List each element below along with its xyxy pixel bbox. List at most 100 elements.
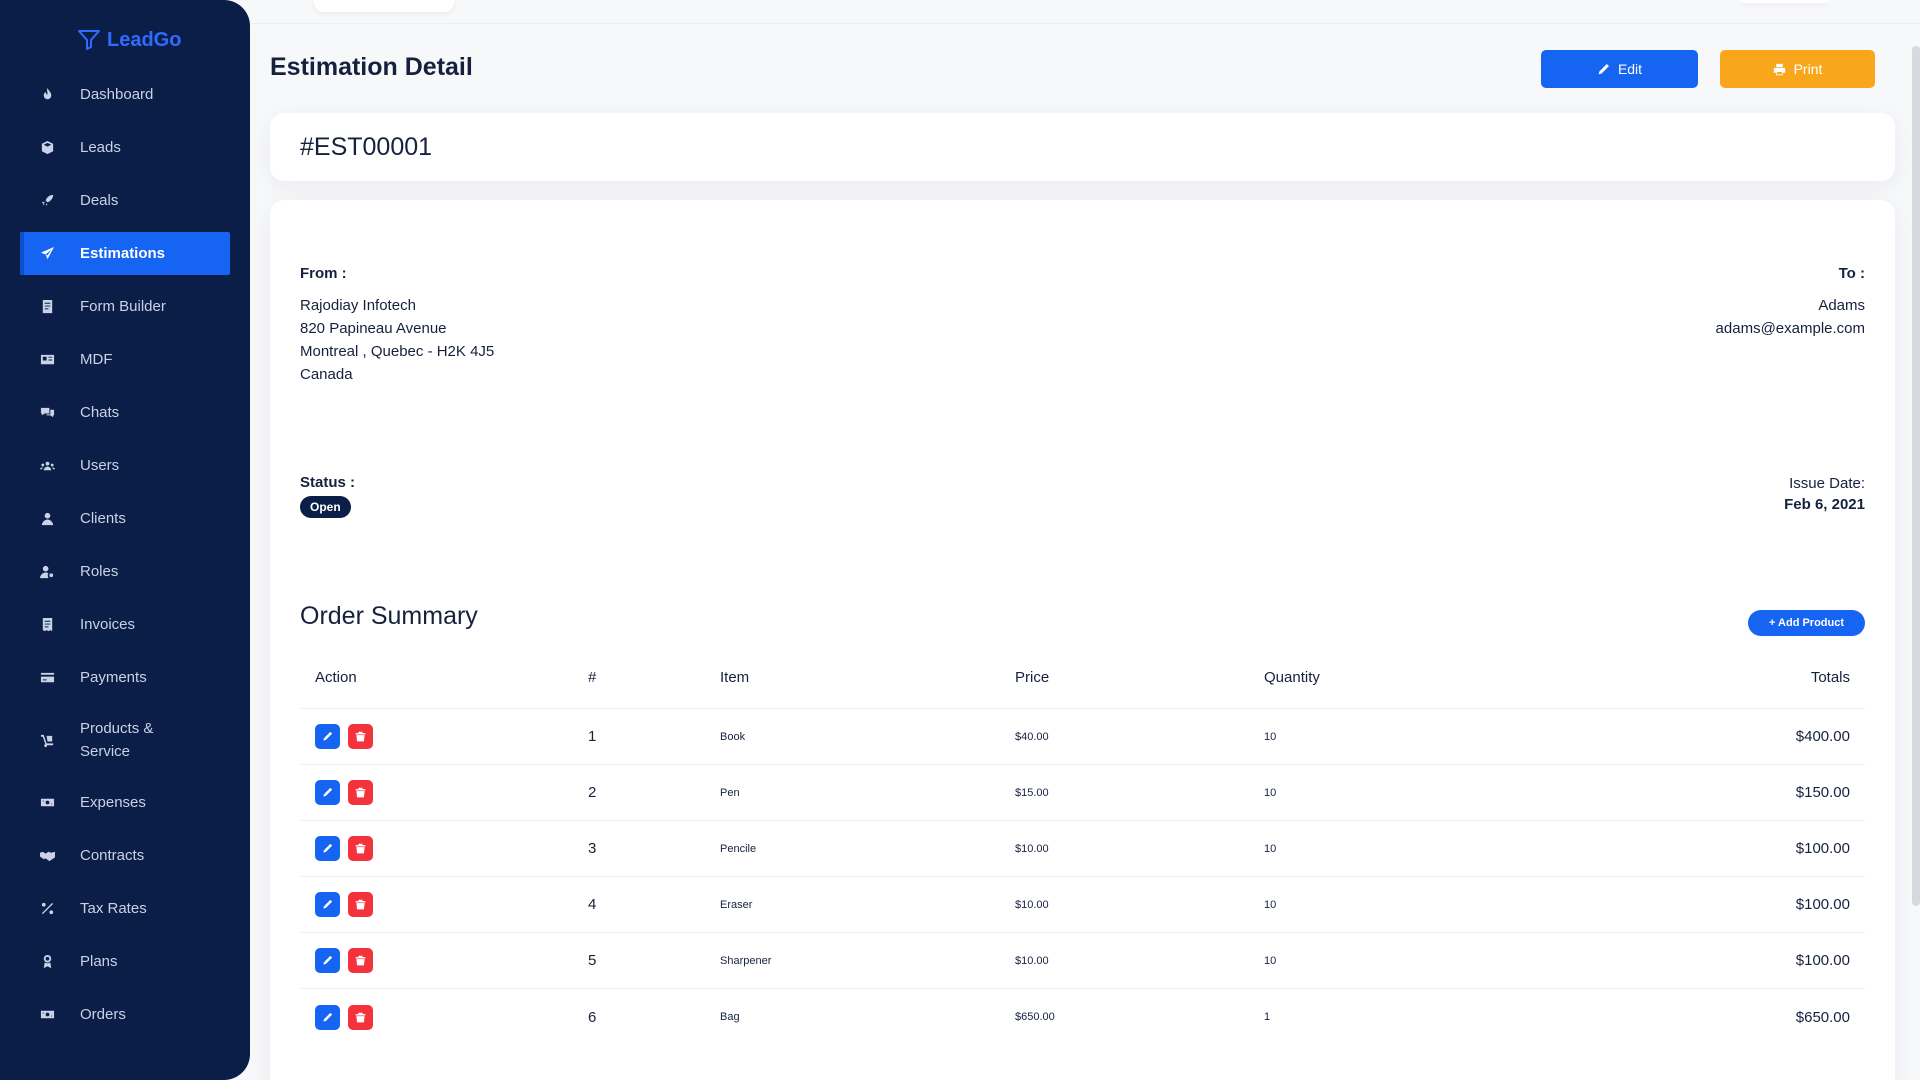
row-total: $650.00 — [1795, 1008, 1850, 1026]
delete-row-button[interactable] — [348, 948, 373, 973]
column-header-action: Action — [315, 669, 357, 686]
column-header-quantity: Quantity — [1264, 669, 1320, 686]
edit-button[interactable]: Edit — [1541, 50, 1698, 88]
delete-row-button[interactable] — [348, 892, 373, 917]
from-line: Rajodiay Infotech — [300, 297, 416, 314]
sidebar-item-products-service[interactable]: Products & Service — [20, 709, 230, 771]
row-quantity: 1 — [1264, 1011, 1271, 1023]
sidebar-item-label: Form Builder — [80, 298, 166, 315]
chat-icon — [38, 404, 56, 422]
money-bill-icon — [38, 1006, 56, 1024]
top-bar-search[interactable] — [314, 0, 454, 12]
row-actions — [300, 836, 588, 861]
credit-card-icon — [38, 669, 56, 687]
users-icon — [38, 457, 56, 475]
row-number: 6 — [588, 1008, 597, 1026]
trash-icon — [355, 1012, 366, 1023]
delete-row-button[interactable] — [348, 724, 373, 749]
table-row: 4 Eraser $10.00 10 $100.00 — [300, 877, 1865, 933]
row-item: Pen — [720, 786, 740, 799]
column-header-price: Price — [1015, 669, 1050, 686]
edit-row-button[interactable] — [315, 724, 340, 749]
print-button[interactable]: Print — [1720, 50, 1875, 88]
table-body: 1 Book $40.00 10 $400.00 2 Pen $15.00 10 $150.00 3… — [300, 709, 1865, 1045]
row-price: $10.00 — [1015, 954, 1049, 967]
pencil-icon — [322, 787, 333, 798]
pencil-icon — [322, 731, 333, 742]
column-header-totals: Totals — [1810, 669, 1850, 686]
column-header-number: # — [588, 669, 597, 686]
add-product-button[interactable]: + Add Product — [1748, 610, 1865, 636]
sidebar-item-form-builder[interactable]: Form Builder — [20, 285, 230, 328]
award-icon — [38, 953, 56, 971]
column-header-item: Item — [720, 669, 750, 686]
sidebar-item-label: Expenses — [80, 794, 146, 811]
table-row: 3 Pencile $10.00 10 $100.00 — [300, 821, 1865, 877]
row-quantity: 10 — [1264, 898, 1277, 911]
edit-row-button[interactable] — [315, 1004, 340, 1030]
edit-row-button[interactable] — [315, 892, 340, 917]
row-number: 5 — [588, 952, 597, 969]
print-button-label: Print — [1793, 61, 1823, 77]
from-line: Montreal , Quebec - H2K 4J5 — [300, 343, 495, 360]
sidebar-item-label: Invoices — [80, 616, 136, 633]
scrollbar[interactable] — [1912, 46, 1920, 906]
pencil-icon — [322, 899, 333, 910]
pencil-icon — [1598, 63, 1609, 74]
sidebar-item-label: Users — [80, 457, 120, 474]
dolly-icon — [38, 731, 56, 749]
to-label: To : — [1838, 265, 1865, 282]
sidebar-item-plans[interactable]: Plans — [20, 940, 230, 983]
sidebar-item-deals[interactable]: Deals — [20, 179, 230, 222]
app-logo[interactable]: LeadGo — [77, 28, 181, 52]
delete-row-button[interactable] — [348, 780, 373, 805]
delete-row-button[interactable] — [348, 836, 373, 861]
sidebar-nav: Dashboard Leads Deals Estimations Form Build… — [20, 73, 230, 1046]
row-number: 2 — [588, 784, 597, 801]
sidebar-item-chats[interactable]: Chats — [20, 391, 230, 434]
row-total: $100.00 — [1795, 896, 1850, 913]
row-price: $40.00 — [1015, 730, 1049, 743]
sidebar-item-payments[interactable]: Payments — [20, 656, 230, 699]
row-item: Bag — [720, 1011, 740, 1023]
trash-icon — [355, 787, 366, 798]
sidebar-item-clients[interactable]: Clients — [20, 497, 230, 540]
sidebar-item-leads[interactable]: Leads — [20, 126, 230, 169]
top-bar-profile[interactable] — [1740, 0, 1830, 3]
sidebar-item-label: Payments — [80, 669, 147, 686]
edit-row-button[interactable] — [315, 780, 340, 805]
table-header-row: Action # Item Price Quantity Totals — [300, 647, 1865, 709]
row-number: 4 — [588, 896, 597, 913]
user-icon — [38, 510, 56, 528]
edit-row-button[interactable] — [315, 836, 340, 861]
to-line: adams@example.com — [1715, 320, 1865, 337]
status-badge: Open — [300, 496, 351, 518]
to-address: Adams adams@example.com — [1716, 294, 1865, 340]
row-item: Pencile — [720, 842, 757, 855]
sidebar-item-invoices[interactable]: Invoices — [20, 603, 230, 646]
trash-icon — [355, 731, 366, 742]
row-number: 3 — [588, 840, 597, 857]
issue-date: Feb 6, 2021 — [1784, 496, 1865, 513]
sidebar: LeadGo Dashboard Leads Deals Estimations For… — [0, 0, 250, 1080]
cube-icon — [38, 139, 56, 157]
row-actions — [300, 724, 588, 749]
sidebar-item-mdf[interactable]: MDF — [20, 338, 230, 381]
sidebar-item-users[interactable]: Users — [20, 444, 230, 487]
pencil-icon — [322, 955, 333, 966]
sidebar-item-estimations[interactable]: Estimations — [20, 232, 230, 275]
invoice-icon — [38, 616, 56, 634]
sidebar-item-orders[interactable]: Orders — [20, 993, 230, 1036]
paper-plane-icon — [38, 245, 56, 263]
trash-icon — [355, 899, 366, 910]
edit-row-button[interactable] — [315, 948, 340, 973]
sidebar-item-contracts[interactable]: Contracts — [20, 834, 230, 877]
row-price: $10.00 — [1015, 898, 1049, 911]
sidebar-item-roles[interactable]: Roles — [20, 550, 230, 593]
sidebar-item-tax-rates[interactable]: Tax Rates — [20, 887, 230, 930]
sidebar-item-dashboard[interactable]: Dashboard — [20, 73, 230, 116]
delete-row-button[interactable] — [348, 1004, 373, 1030]
table-row: 5 Sharpener $10.00 10 $100.00 — [300, 933, 1865, 989]
sidebar-item-expenses[interactable]: Expenses — [20, 781, 230, 824]
row-quantity: 10 — [1264, 842, 1277, 855]
